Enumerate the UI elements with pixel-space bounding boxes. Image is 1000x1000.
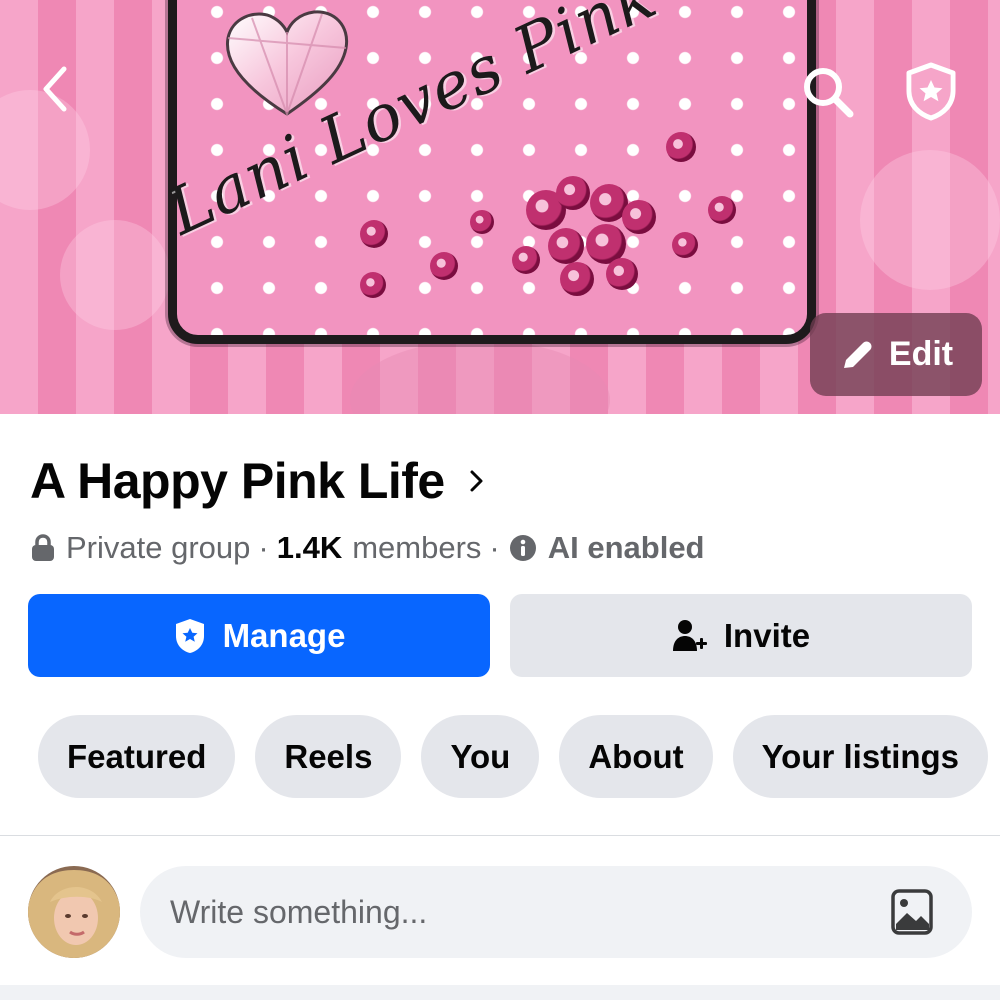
profile-photo: [28, 866, 120, 958]
members-label[interactable]: members: [352, 530, 481, 566]
lock-icon: [32, 534, 54, 561]
add-person-icon: [672, 619, 707, 651]
tab-reels[interactable]: Reels: [255, 715, 402, 798]
sequin: [672, 232, 698, 258]
cover-bokeh: [860, 150, 1000, 290]
shield-star-icon: [175, 618, 204, 653]
invite-button[interactable]: Invite: [510, 594, 972, 677]
sequin: [560, 262, 594, 296]
edit-cover-button[interactable]: Edit: [810, 313, 982, 396]
back-button[interactable]: [30, 62, 80, 116]
ai-status[interactable]: AI enabled: [548, 530, 705, 566]
cover-bokeh: [60, 220, 170, 330]
search-button[interactable]: [798, 62, 858, 122]
admin-tools-button[interactable]: [898, 58, 964, 124]
invite-label: Invite: [723, 616, 811, 654]
group-meta: Private group · 1.4K members · AI enable…: [30, 530, 705, 566]
sequin: [606, 258, 638, 290]
group-title-row[interactable]: A Happy Pink Life: [30, 452, 487, 510]
meta-separator: ·: [258, 530, 269, 565]
avatar[interactable]: [28, 866, 120, 958]
info-icon: [509, 535, 536, 561]
sequin: [470, 210, 494, 234]
sequin: [512, 246, 540, 274]
manage-label: Manage: [222, 616, 346, 654]
sequin: [360, 220, 388, 248]
tab-you[interactable]: You: [421, 715, 540, 798]
cover-photo[interactable]: Lani Loves Pink Edit: [0, 0, 1000, 414]
write-something-input[interactable]: Write something...: [140, 866, 972, 958]
sequin: [666, 132, 696, 162]
group-name[interactable]: A Happy Pink Life: [30, 452, 445, 510]
chevron-right-icon: [470, 470, 483, 492]
feed-separator: [0, 985, 1000, 1000]
photo-icon[interactable]: [890, 888, 934, 936]
sequin: [548, 228, 584, 264]
chevron-left-icon: [43, 66, 67, 112]
sequin: [622, 200, 656, 234]
shield-star-icon: [906, 62, 956, 121]
section-divider: [0, 835, 1000, 836]
member-count[interactable]: 1.4K: [277, 530, 342, 566]
tab-featured[interactable]: Featured: [38, 715, 236, 798]
group-page: Lani Loves Pink Edit A Happy Pink Life P…: [0, 0, 1000, 1000]
edit-label: Edit: [888, 335, 954, 373]
composer-placeholder: Write something...: [170, 893, 428, 930]
manage-button[interactable]: Manage: [28, 594, 490, 677]
group-tabs: Featured Reels You About Your listings: [38, 715, 989, 798]
sequin: [430, 252, 458, 280]
privacy-label[interactable]: Private group: [66, 530, 250, 566]
meta-separator: ·: [489, 530, 500, 565]
sequin: [360, 272, 386, 298]
search-icon: [804, 68, 854, 118]
pencil-icon: [843, 341, 872, 368]
cover-bokeh: [350, 340, 610, 414]
sequin: [708, 196, 736, 224]
sequin: [556, 176, 590, 210]
tab-about[interactable]: About: [559, 715, 713, 798]
tab-your-listings[interactable]: Your listings: [732, 715, 989, 798]
